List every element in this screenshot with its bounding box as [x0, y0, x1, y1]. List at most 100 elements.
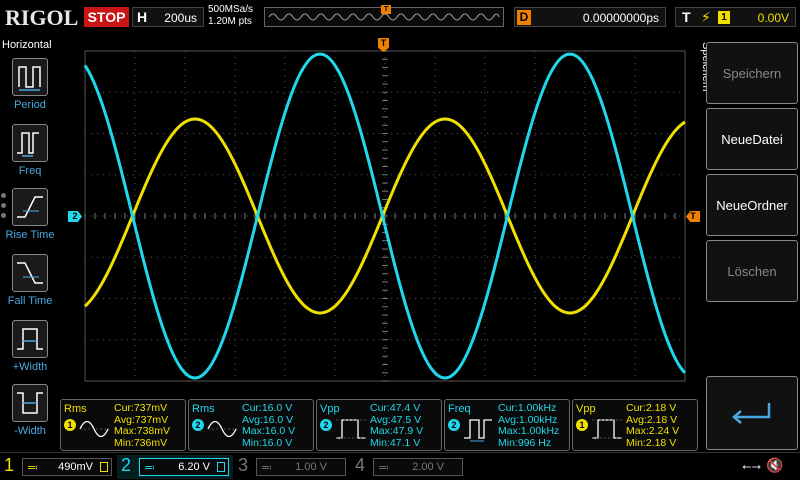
brand-logo: RIGOL: [5, 5, 79, 30]
measurement-values: Cur:1.00kHz Avg:1.00kHz Max:1.00kHz Min:…: [498, 402, 560, 449]
horizontal-delay[interactable]: D 0.00000000ps: [514, 7, 666, 27]
channel-number: 1: [4, 455, 15, 475]
channel-scale-box: ≕ 1.00 V: [256, 458, 346, 476]
delay-label: D: [517, 10, 531, 25]
meas-min: Min:2.18 V: [626, 436, 677, 449]
channel-number: 4: [355, 455, 366, 475]
sine-wave-icon: [207, 420, 238, 438]
channel-number: 2: [121, 455, 132, 475]
meas-cur: Cur:47.4 V: [370, 402, 421, 414]
horizontal-timebase[interactable]: H 200us: [132, 7, 204, 27]
softkey-new-folder[interactable]: NeueOrdner: [706, 174, 798, 236]
trigger-pos-label: T: [380, 38, 387, 48]
ch2-marker-label: 2: [72, 211, 78, 221]
fall-time-label: Fall Time: [7, 295, 53, 307]
trigger-level: 0.00V: [757, 11, 789, 25]
measurement-name: Vpp: [576, 403, 596, 415]
measure-freq[interactable]: Freq: [0, 124, 60, 186]
overview-trigger-marker: T: [381, 5, 391, 14]
measurement-item[interactable]: Rms 2 Cur:16.0 V Avg:16.0 V Max:16.0 V M…: [188, 399, 314, 451]
freq-pulse-icon: [464, 419, 492, 442]
pulse-icon: [336, 419, 366, 439]
meas-max: Max:47.9 V: [370, 425, 424, 437]
meas-cur: Cur:2.18 V: [626, 402, 677, 414]
dc-coupling-icon: ≕: [261, 462, 272, 474]
run-stop-button[interactable]: STOP: [84, 7, 129, 27]
period-label: Period: [14, 99, 46, 111]
softkey-menu: Speichern Speichern NeueDatei NeueOrdner…: [700, 36, 800, 450]
trigger-status[interactable]: T ⚡ 1 0.00V: [675, 7, 796, 27]
trigger-marker-label: T: [690, 211, 696, 221]
measurement-bar: Rms 1 Cur:737mV Avg:737mV Max:738mV Min:…: [60, 396, 700, 452]
channel-scale: 1.00 V: [295, 461, 327, 473]
meas-max: Max:2.24 V: [626, 425, 680, 437]
meas-max: Max:1.00kHz: [498, 425, 560, 437]
measurement-item[interactable]: Freq 2 Cur:1.00kHz Avg:1.00kHz Max:1.00k…: [444, 399, 570, 451]
measurement-channel: 2: [192, 419, 204, 431]
softkey-save[interactable]: Speichern: [706, 42, 798, 104]
measurement-channel: 2: [448, 419, 460, 431]
meas-cur: Cur:737mV: [114, 402, 168, 414]
waveform-display[interactable]: 2 T T: [60, 36, 700, 396]
measurement-item[interactable]: Rms 1 Cur:737mV Avg:737mV Max:738mV Min:…: [60, 399, 186, 451]
measurement-name: Rms: [64, 403, 87, 415]
speaker-mute-icon[interactable]: 🔇: [766, 457, 783, 474]
meas-min: Min:996 Hz: [498, 436, 552, 449]
channel-scale: 6.20 V: [178, 461, 210, 473]
bandwidth-icon: [217, 462, 225, 472]
channel-4[interactable]: 4 ≕ 2.00 V: [351, 455, 467, 479]
bandwidth-icon: [100, 462, 108, 472]
meas-min: Min:16.0 V: [242, 436, 293, 449]
waveform-graticule: [83, 50, 687, 382]
measurement-channel: 2: [320, 419, 332, 431]
softkey-new-file[interactable]: NeueDatei: [706, 108, 798, 170]
measurement-name: Rms: [192, 403, 215, 415]
horizontal-label: H: [137, 9, 148, 25]
dc-coupling-icon: ≕: [378, 462, 389, 474]
channel-bar: 1 ≕ 490mV 2 ≕ 6.20 V 3 ≕ 1.00 V 4 ≕ 2.00…: [0, 452, 800, 480]
meas-min: Min:47.1 V: [370, 436, 421, 449]
sine-wave-icon: [79, 420, 110, 438]
enter-icon: [732, 403, 771, 424]
timebase-value: 200us: [164, 11, 197, 25]
measure-period[interactable]: Period: [0, 58, 60, 120]
neg-width-icon: [12, 384, 48, 422]
channel-3[interactable]: 3 ≕ 1.00 V: [234, 455, 350, 479]
measure-pos-width[interactable]: +Width: [0, 320, 60, 382]
channel-scale: 490mV: [58, 461, 93, 473]
trigger-label: T: [682, 9, 691, 25]
usb-icon: ⭠⭢: [742, 459, 762, 473]
pos-width-label: +Width: [12, 361, 48, 373]
trigger-source: 1: [718, 11, 730, 24]
pulse-icon: [592, 419, 622, 439]
measurement-item[interactable]: Vpp 2 Cur:47.4 V Avg:47.5 V Max:47.9 V M…: [316, 399, 442, 451]
measurement-values: Cur:16.0 V Avg:16.0 V Max:16.0 V Min:16.…: [242, 402, 296, 449]
measure-rise-time[interactable]: Rise Time: [0, 188, 60, 250]
meas-max: Max:738mV: [114, 425, 171, 437]
channel-scale-box: ≕ 6.20 V: [139, 458, 229, 476]
dc-coupling-icon: ≕: [27, 462, 38, 474]
menu-title: Horizontal: [2, 39, 52, 51]
delay-value: 0.00000000ps: [582, 11, 659, 25]
waveform-overview: T: [264, 5, 504, 27]
measure-neg-width[interactable]: -Width: [0, 384, 60, 446]
channel-1[interactable]: 1 ≕ 490mV: [0, 455, 116, 479]
meas-cur: Cur:1.00kHz: [498, 402, 557, 414]
pos-width-icon: [12, 320, 48, 358]
softkey-enter[interactable]: [706, 376, 798, 450]
period-icon: [12, 58, 48, 96]
freq-icon: [12, 124, 48, 162]
rise-time-icon: [12, 188, 48, 226]
channel-2[interactable]: 2 ≕ 6.20 V: [117, 455, 233, 479]
measurement-values: Cur:737mV Avg:737mV Max:738mV Min:736mV: [114, 402, 171, 449]
meas-max: Max:16.0 V: [242, 425, 296, 437]
measurement-values: Cur:47.4 V Avg:47.5 V Max:47.9 V Min:47.…: [370, 402, 424, 449]
channel-number: 3: [238, 455, 249, 475]
softkey-delete[interactable]: Löschen: [706, 240, 798, 302]
measurement-values: Cur:2.18 V Avg:2.18 V Max:2.24 V Min:2.1…: [626, 402, 680, 449]
measurement-item[interactable]: Vpp 1 Cur:2.18 V Avg:2.18 V Max:2.24 V M…: [572, 399, 698, 451]
measure-fall-time[interactable]: Fall Time: [0, 254, 60, 316]
acquisition-info: 500MSa/s 1.20M pts: [208, 4, 253, 28]
meas-min: Min:736mV: [114, 436, 168, 449]
meas-cur: Cur:16.0 V: [242, 402, 293, 414]
